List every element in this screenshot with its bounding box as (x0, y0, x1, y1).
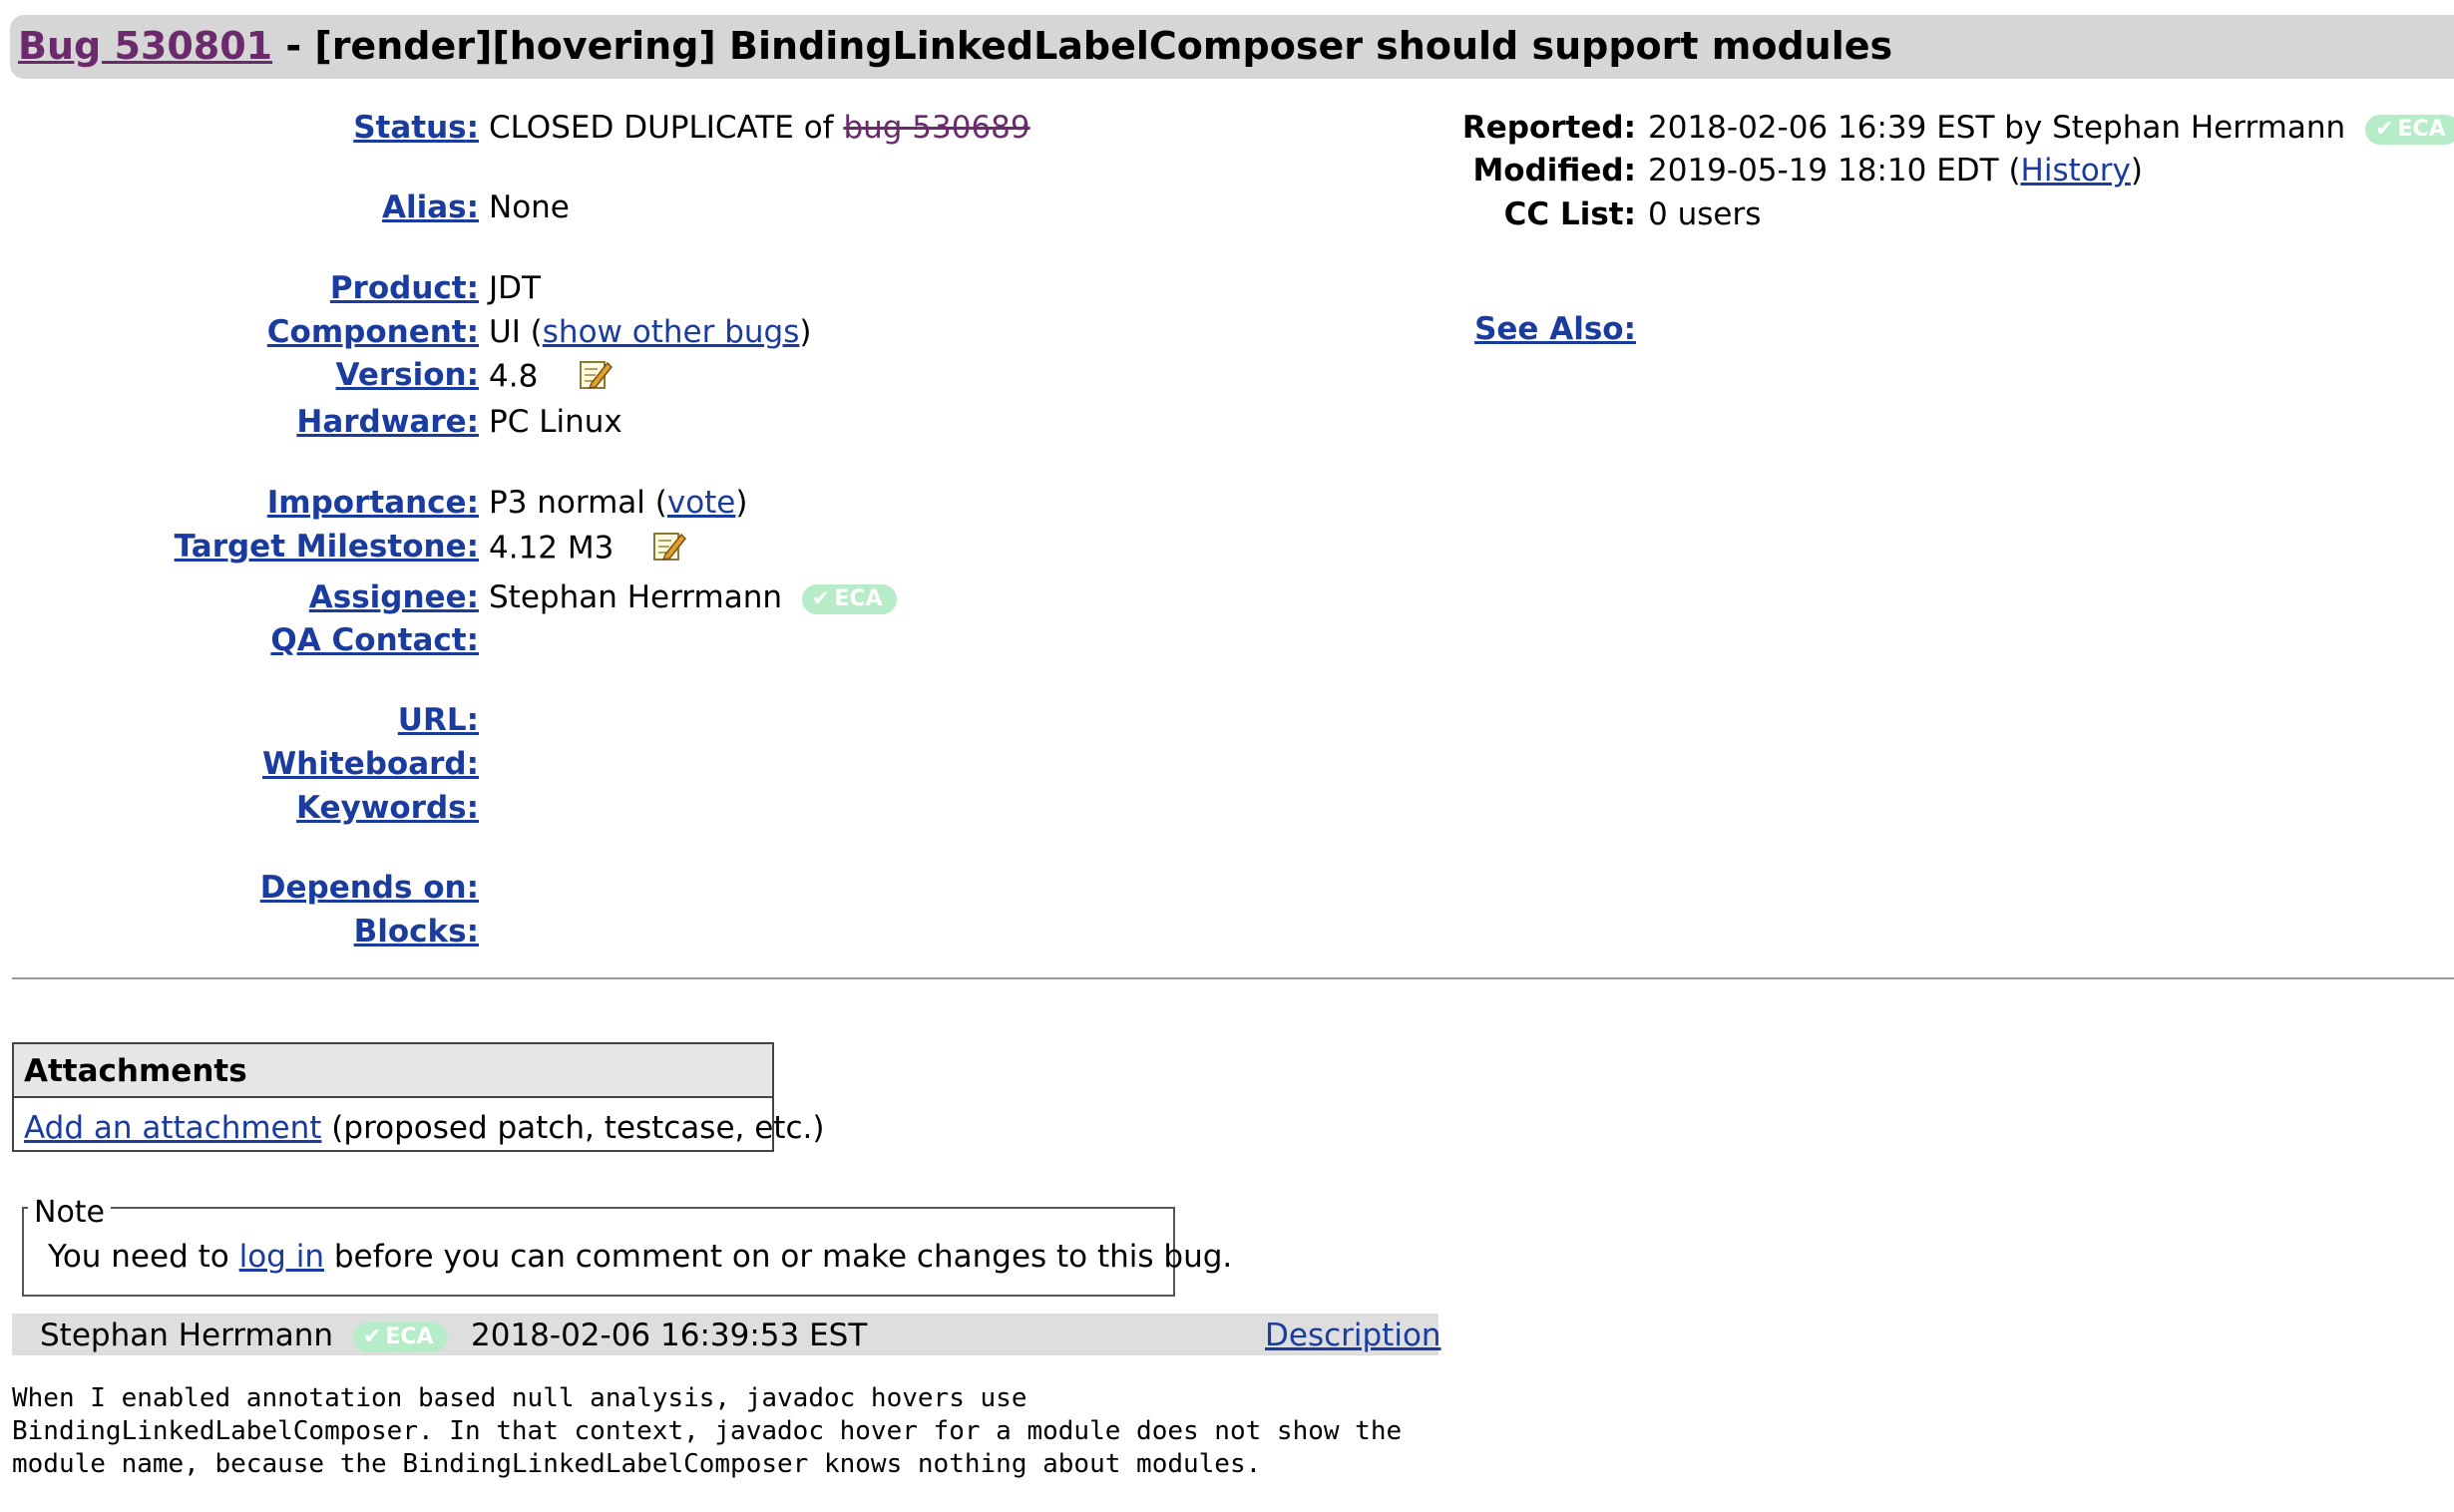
version-value: 4.8 (489, 357, 614, 399)
note-text: You need to log in before you can commen… (48, 1239, 1233, 1275)
vote-link[interactable]: vote (667, 485, 736, 521)
log-in-link[interactable]: log in (239, 1239, 324, 1275)
check-icon: ✔ (811, 585, 831, 611)
component-label-link[interactable]: Component: (267, 314, 479, 350)
hardware-value: PC Linux (489, 404, 622, 440)
comment-author: Stephan Herrmann ✔ ECA (40, 1318, 448, 1353)
modified-label: Modified: (1472, 153, 1636, 189)
reported-label: Reported: (1461, 110, 1636, 146)
qa-contact-label-link[interactable]: QA Contact: (270, 622, 479, 658)
eca-badge: ✔ ECA (2365, 114, 2454, 145)
history-link[interactable]: History (2021, 153, 2131, 189)
product-value: JDT (489, 270, 541, 306)
alias-value: None (489, 189, 570, 225)
keywords-label-link[interactable]: Keywords: (296, 790, 479, 826)
check-icon: ✔ (2375, 116, 2394, 142)
target-milestone-value: 4.12 M3 (489, 529, 687, 570)
note-legend: Note (28, 1195, 112, 1230)
check-icon: ✔ (362, 1323, 382, 1349)
show-other-bugs-link[interactable]: show other bugs (543, 314, 800, 350)
comment-timestamp: 2018-02-06 16:39:53 EST (471, 1318, 868, 1353)
blocks-label-link[interactable]: Blocks: (354, 914, 479, 949)
depends-on-label-link[interactable]: Depends on: (260, 870, 479, 906)
eca-badge: ✔ ECA (352, 1322, 448, 1352)
page-title: Bug 530801 - [render][hovering] BindingL… (18, 24, 1892, 68)
comment-text: When I enabled annotation based null ana… (12, 1383, 1403, 1479)
target-milestone-label-link[interactable]: Target Milestone: (175, 529, 479, 565)
hardware-label-link[interactable]: Hardware: (296, 404, 479, 440)
duplicate-bug-link[interactable]: bug 530689 (843, 110, 1029, 146)
modified-value: 2019-05-19 18:10 EDT (History) (1648, 153, 2143, 189)
status-label-link[interactable]: Status: (353, 110, 479, 146)
product-label-link[interactable]: Product: (330, 270, 479, 306)
importance-value: P3 normal (vote) (489, 485, 748, 521)
url-label-link[interactable]: URL: (398, 702, 479, 738)
assignee-value: Stephan Herrmann ✔ ECA (489, 579, 897, 615)
bug-summary: [render][hovering] BindingLinkedLabelCom… (314, 24, 1893, 68)
bug-id-link[interactable]: Bug 530801 (18, 24, 272, 68)
edit-pencil-icon[interactable] (578, 357, 614, 399)
whiteboard-label-link[interactable]: Whiteboard: (262, 746, 479, 782)
add-attachment-link[interactable]: Add an attachment (24, 1110, 321, 1146)
version-label-link[interactable]: Version: (336, 357, 479, 393)
attachments-header: Attachments (14, 1044, 772, 1098)
importance-label-link[interactable]: Importance: (267, 485, 479, 521)
alias-label-link[interactable]: Alias: (382, 189, 479, 225)
cc-list-value: 0 users (1648, 196, 1762, 232)
description-link[interactable]: Description (1265, 1318, 1441, 1353)
reported-value: 2018-02-06 16:39 EST by Stephan Herrmann… (1648, 110, 2454, 146)
section-divider (12, 977, 2454, 979)
see-also-label-link[interactable]: See Also: (1474, 311, 1636, 347)
eca-badge: ✔ ECA (801, 583, 897, 614)
title-separator: - (272, 24, 315, 68)
edit-pencil-icon[interactable] (651, 529, 687, 570)
cc-list-label: CC List: (1503, 196, 1636, 232)
assignee-label-link[interactable]: Assignee: (309, 579, 479, 615)
attachments-table: Attachments Add an attachment (proposed … (12, 1042, 824, 1152)
status-value: CLOSED DUPLICATE of bug 530689 (489, 110, 1030, 146)
attachments-add-row: Add an attachment (proposed patch, testc… (24, 1110, 825, 1146)
component-value: UI (show other bugs) (489, 314, 812, 350)
